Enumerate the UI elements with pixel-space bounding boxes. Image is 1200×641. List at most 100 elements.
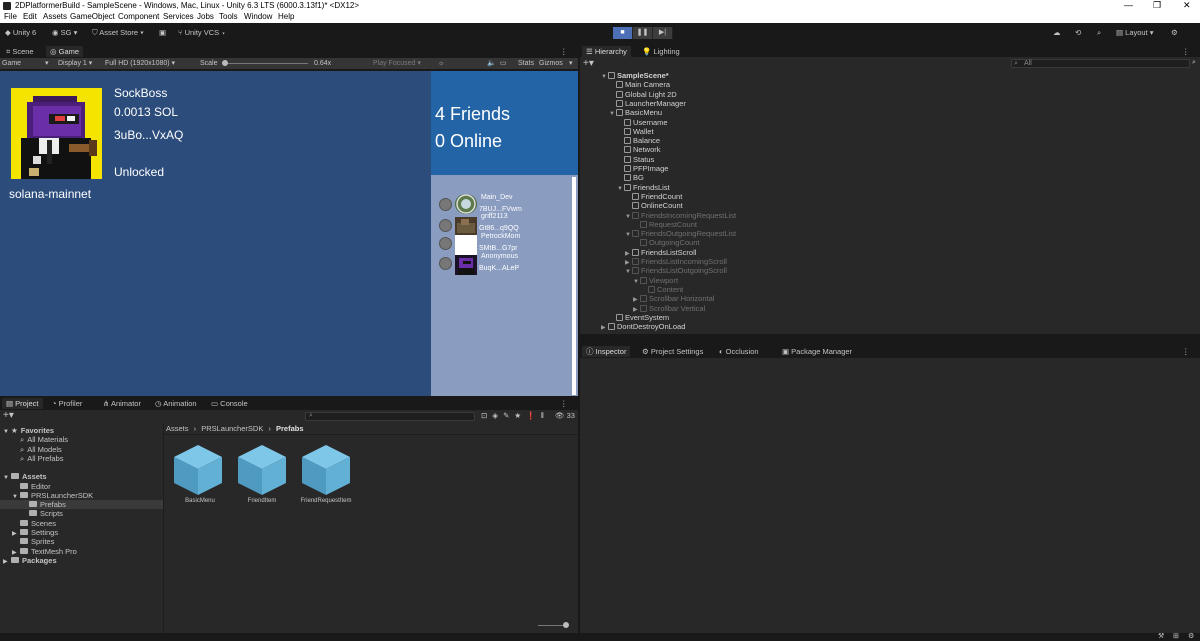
project-tree-item[interactable]: ▶ Packages (0, 556, 163, 567)
project-tree-item[interactable]: Sprites (0, 537, 163, 546)
info-icon[interactable]: ❗ (526, 411, 540, 420)
asset-store-button[interactable]: ⛉ Asset Store ▾ (92, 27, 144, 39)
hierarchy-item[interactable]: FriendCount (625, 192, 682, 201)
expand-arrow-icon[interactable]: ▼ (609, 110, 616, 119)
status-icon-a[interactable]: ⚒ (1158, 632, 1164, 640)
package-icon[interactable]: ▣ (159, 27, 166, 39)
settings-icon[interactable]: ⚙ (1171, 27, 1178, 39)
menu-file[interactable]: File (4, 11, 17, 23)
tab-animation[interactable]: ◷ Animation (151, 398, 201, 409)
display-dropdown[interactable]: Display 1 ▾ (58, 58, 92, 69)
history-icon[interactable]: ⟲ (1075, 27, 1081, 39)
user-button[interactable]: ◉ SG ▾ (52, 27, 77, 39)
menu-edit[interactable]: Edit (23, 11, 37, 23)
close-button[interactable]: ✕ (1183, 0, 1191, 11)
hidden-packages-count[interactable]: 👁 33 (555, 411, 575, 420)
breadcrumb-item[interactable]: Assets (166, 424, 189, 433)
toggle-icon[interactable]: ▭ (500, 58, 507, 69)
game-view[interactable]: SockBoss 0.0013 SOL 3uBo...VxAQ Unlocked… (0, 71, 578, 396)
panel-menu-icon[interactable]: ⋮ (556, 398, 572, 409)
menu-help[interactable]: Help (278, 11, 294, 23)
account-button[interactable]: ◆ Unity 6 (5, 27, 36, 39)
menu-component[interactable]: Component (118, 11, 159, 23)
expand-arrow-icon[interactable]: ▼ (617, 185, 624, 194)
gizmos-button[interactable]: Gizmos (539, 58, 563, 69)
tab-game[interactable]: ◎ Game (46, 46, 84, 57)
expand-arrow-icon[interactable]: ▼ (601, 73, 608, 82)
hierarchy-item[interactable]: OutgoingCount (633, 238, 699, 247)
menu-jobs[interactable]: Jobs (197, 11, 214, 23)
status-icon-c[interactable]: ⚙ (1188, 632, 1194, 640)
pause-button[interactable]: ❚❚ (633, 27, 653, 39)
hierarchy-item[interactable]: OnlineCount (625, 201, 683, 210)
project-tree-item[interactable]: Scenes (0, 519, 163, 528)
project-tree-item[interactable]: ⌕ All Models (0, 445, 163, 454)
filter-label-icon[interactable]: ◈ (492, 411, 503, 420)
panel-menu-icon[interactable]: ⋮ (556, 46, 572, 57)
hierarchy-item[interactable]: PFPImage (617, 164, 668, 173)
project-tree-item[interactable]: Scripts (0, 509, 163, 518)
cloud-icon[interactable]: ☁ (1053, 27, 1061, 39)
breadcrumb-item-current[interactable]: Prefabs (276, 424, 304, 433)
panel-menu-icon[interactable]: ⋮ (1178, 46, 1194, 57)
hierarchy-item[interactable]: BG (617, 173, 644, 182)
search-options-icon[interactable]: ⌕ (1192, 59, 1196, 67)
tab-project[interactable]: ▤ Project (2, 398, 43, 409)
hierarchy-item[interactable]: RequestCount (633, 220, 697, 229)
gizmos-dropdown-icon[interactable]: ▾ (569, 58, 573, 69)
vcs-button[interactable]: ⑂ Unity VCS ▾ (178, 27, 226, 39)
tab-animator[interactable]: ⋔ Animator (99, 398, 145, 409)
menu-gameobject[interactable]: GameObject (70, 11, 115, 23)
project-tree-item[interactable]: ⌕ All Materials (0, 435, 163, 444)
expand-arrow-icon[interactable]: ▼ (625, 231, 632, 240)
maximize-button[interactable]: ❐ (1153, 0, 1161, 11)
breadcrumb-item[interactable]: PRSLauncherSDK (201, 424, 263, 433)
lock-icon[interactable]: ✎ (503, 411, 514, 420)
tab-hierarchy[interactable]: ☰ Hierarchy (582, 46, 631, 57)
expand-arrow-icon[interactable]: ▼ (625, 268, 632, 277)
resolution-dropdown[interactable]: Full HD (1920x1080) ▾ (105, 58, 175, 69)
hierarchy-item[interactable]: Content (641, 285, 683, 294)
minimize-button[interactable]: — (1124, 0, 1133, 11)
play-button[interactable]: ■ (613, 27, 633, 39)
tab-console[interactable]: ▭ Console (207, 398, 252, 409)
hierarchy-item[interactable]: LauncherManager (609, 99, 686, 108)
hierarchy-item[interactable]: Username (617, 118, 668, 127)
create-icon[interactable]: +▾ (3, 410, 14, 421)
asset-prefab[interactable] (300, 443, 352, 499)
expand-arrow-icon[interactable]: ▶ (3, 558, 11, 567)
menu-window[interactable]: Window (244, 11, 272, 23)
project-tree-item[interactable]: Prefabs (0, 500, 163, 510)
project-tree-item[interactable]: Editor (0, 482, 163, 491)
menu-assets[interactable]: Assets (43, 11, 67, 23)
tab-project-settings[interactable]: ⚙ Project Settings (638, 346, 707, 357)
star-filter-icon[interactable]: ★ (514, 411, 526, 420)
add-icon[interactable]: +▾ (583, 58, 594, 69)
sun-icon[interactable]: ☼ (438, 58, 444, 69)
scale-slider-track[interactable] (224, 63, 308, 64)
hierarchy-item[interactable]: Main Camera (609, 80, 670, 89)
expand-arrow-icon[interactable]: ▼ (625, 213, 632, 222)
hierarchy-search-input[interactable]: ⌕ All (1011, 59, 1190, 68)
tab-profiler[interactable]: ◔ Profiler (48, 398, 86, 409)
stats-button[interactable]: Stats (518, 58, 534, 69)
expand-arrow-icon[interactable]: ▼ (633, 278, 640, 287)
audio-icon[interactable]: 🔈 (487, 58, 496, 69)
project-search-input[interactable]: ⌕ (305, 412, 475, 421)
tab-occlusion[interactable]: ◐ Occlusion (715, 346, 763, 357)
tab-package-manager[interactable]: ▣ Package Manager (778, 346, 856, 357)
play-focused-dropdown[interactable]: Play Focused ▾ (373, 58, 421, 69)
search-icon[interactable]: ⌕ (1097, 27, 1101, 39)
zoom-slider-handle[interactable] (563, 622, 569, 628)
tab-inspector[interactable]: ⓘ Inspector (582, 346, 631, 357)
menu-services[interactable]: Services (163, 11, 194, 23)
view-dropdown[interactable]: Game ▾ (2, 58, 49, 69)
friends-list-panel[interactable]: Main_Dev 7BUJ...FVwm griff2113 Gt86...q9… (431, 175, 578, 396)
hierarchy-item[interactable]: Network (617, 145, 661, 154)
scale-slider-handle[interactable] (222, 60, 228, 66)
panel-menu-icon[interactable]: ⋮ (1178, 346, 1194, 357)
tab-scene[interactable]: ⌗ Scene (2, 46, 38, 57)
tab-lighting[interactable]: 💡 Lighting (638, 46, 684, 57)
menu-tools[interactable]: Tools (219, 11, 238, 23)
project-tree-item[interactable]: ⌕ All Prefabs (0, 454, 163, 463)
